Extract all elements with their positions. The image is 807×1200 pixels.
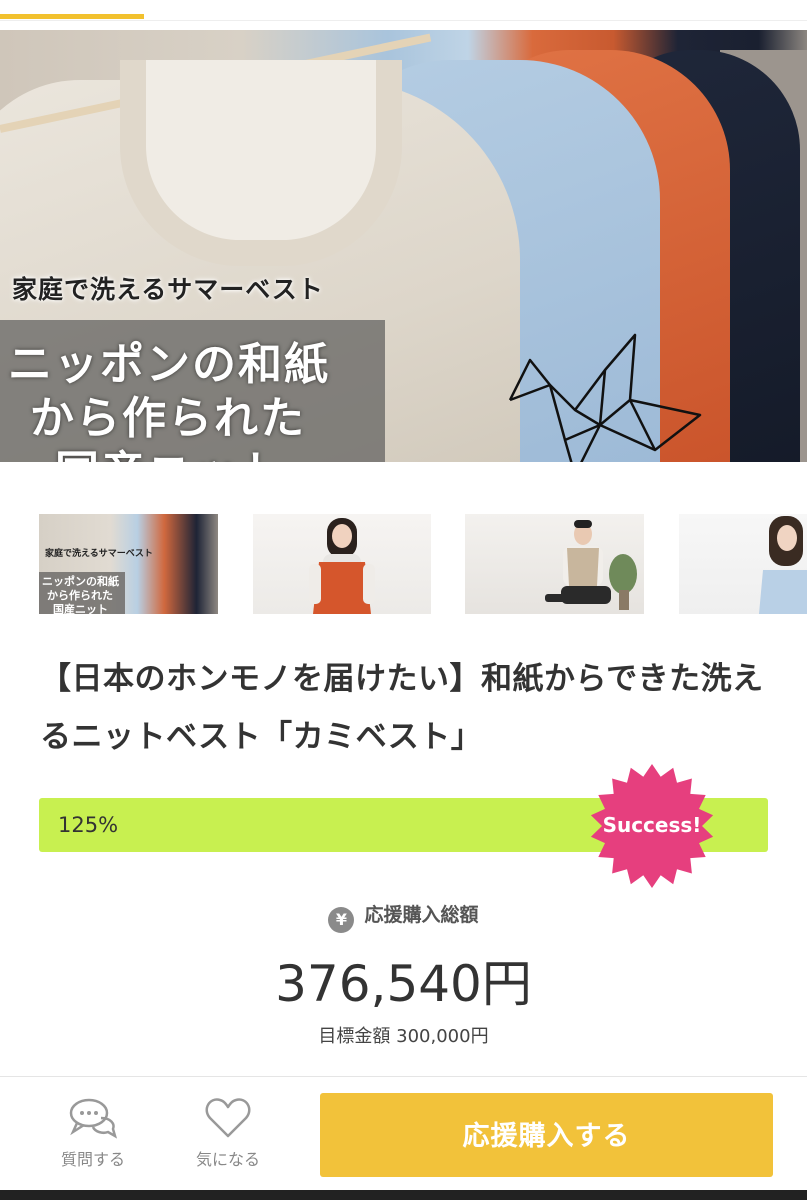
thumbnail-title-line-3: 国産ニット	[53, 603, 108, 614]
active-tab-indicator	[0, 14, 144, 19]
thumbnail-3[interactable]	[465, 514, 644, 614]
top-tab-bar	[0, 0, 807, 22]
thumbnail-2[interactable]	[253, 514, 431, 614]
thumbnail-strip: 家庭で洗えるサマーベスト ニッポンの和紙 から作られた 国産ニット	[0, 514, 807, 614]
question-label: 質問する	[60, 1150, 125, 1169]
progress-percent: 125%	[58, 813, 119, 837]
total-caption-text: 応援購入総額	[364, 904, 479, 926]
thumbnail-1[interactable]: 家庭で洗えるサマーベスト ニッポンの和紙 から作られた 国産ニット	[39, 514, 218, 614]
model-man-beige-vest	[545, 520, 637, 610]
speech-bubble-icon	[69, 1098, 118, 1139]
hero-title-line-3: 国産ニット	[55, 436, 285, 462]
favorite-label: 気になる	[195, 1150, 260, 1169]
goal-amount: 目標金額 300,000円	[318, 1026, 489, 1047]
thumbnail-subtitle: 家庭で洗えるサマーベスト	[45, 549, 153, 559]
model-woman-blue-vest	[759, 516, 807, 614]
hero-image[interactable]: 家庭で洗えるサマーベスト ニッポンの和紙 から作られた 国産ニット	[0, 30, 807, 462]
favorite-button[interactable]: 気になる	[178, 1096, 278, 1170]
yen-icon: ¥	[328, 907, 355, 933]
question-button[interactable]: 質問する	[43, 1096, 143, 1170]
total-amount: 376,540円	[275, 955, 532, 1013]
total-caption: ¥ 応援購入総額	[0, 900, 807, 933]
thumbnail-4[interactable]	[679, 514, 807, 614]
support-purchase-button[interactable]: 応援購入する	[320, 1093, 773, 1177]
heart-icon	[205, 1098, 251, 1138]
model-woman-orange-vest	[309, 518, 375, 614]
paper-crane-icon	[508, 333, 702, 462]
divider	[0, 20, 807, 21]
screen-bottom-edge	[0, 1190, 807, 1200]
project-title: 【日本のホンモノを届けたい】和紙からできた洗えるニットベスト「カミベスト」	[40, 661, 764, 755]
vest-neckline	[120, 60, 402, 266]
success-badge-label: Success!	[602, 813, 702, 837]
hero-subtitle: 家庭で洗えるサマーベスト	[12, 275, 324, 304]
